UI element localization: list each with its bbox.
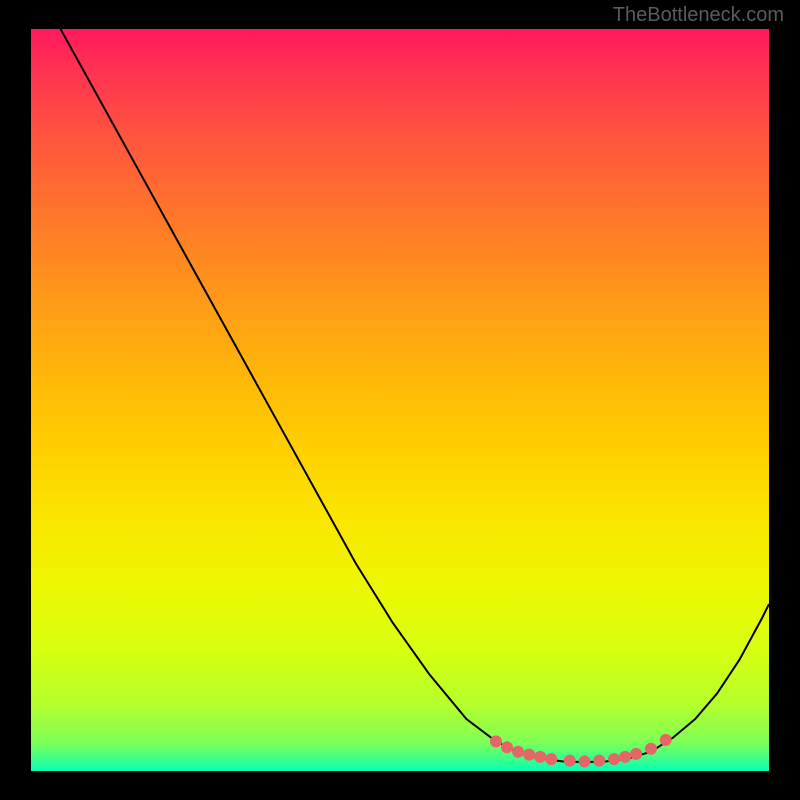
chart-container: TheBottleneck.com <box>0 0 800 800</box>
data-marker <box>660 734 672 746</box>
data-marker <box>523 749 535 761</box>
data-marker <box>608 753 620 765</box>
data-marker <box>490 735 502 747</box>
data-marker <box>512 746 524 758</box>
data-marker <box>645 743 657 755</box>
data-marker <box>501 741 513 753</box>
data-marker <box>619 751 631 763</box>
marker-group <box>490 734 672 768</box>
data-marker <box>564 755 576 767</box>
chart-svg <box>31 29 769 771</box>
data-marker <box>534 751 546 763</box>
watermark-text: TheBottleneck.com <box>613 4 784 27</box>
data-marker <box>579 755 591 767</box>
data-marker <box>593 755 605 767</box>
plot-area <box>31 29 769 771</box>
bottleneck-curve <box>61 29 769 762</box>
data-marker <box>630 748 642 760</box>
data-marker <box>545 753 557 765</box>
curve-line-group <box>61 29 769 762</box>
